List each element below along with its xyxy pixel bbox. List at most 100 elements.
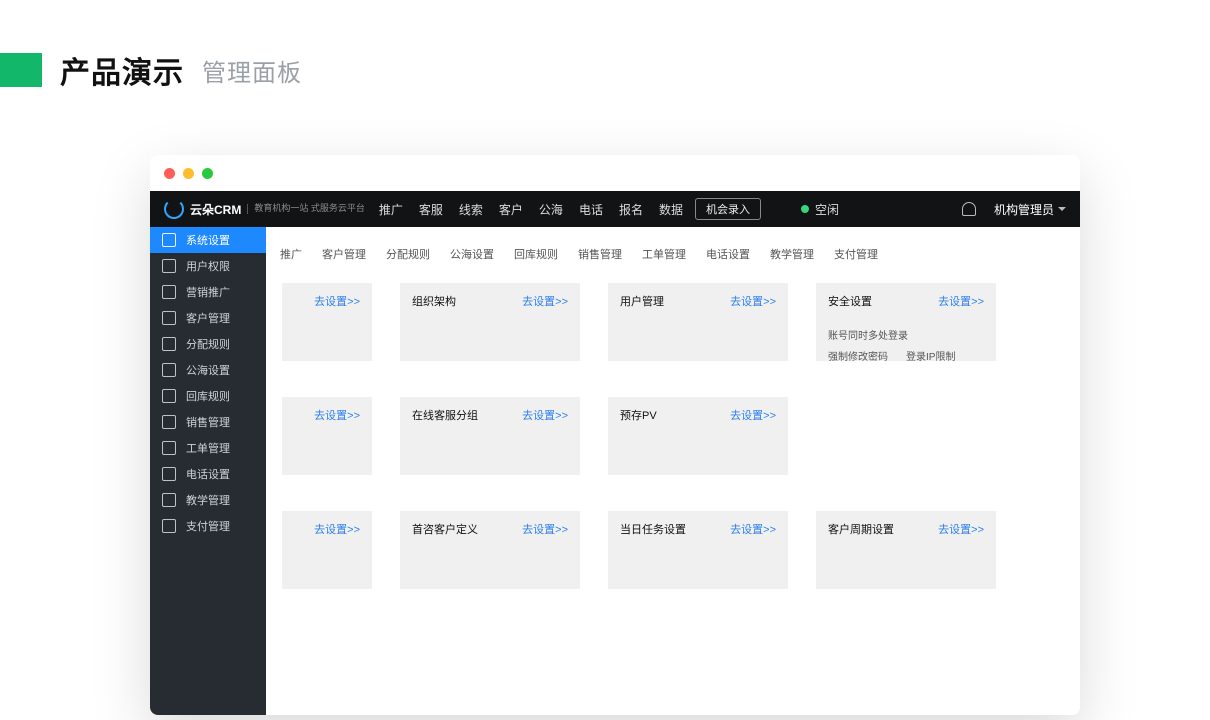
accent-bar (0, 53, 42, 87)
status-dot-icon (801, 205, 809, 213)
card-title: 预存PV (620, 410, 657, 422)
go-setting-link[interactable]: 去设置>> (314, 293, 360, 309)
sidebar-item-8[interactable]: 工单管理 (150, 435, 266, 461)
go-setting-link[interactable]: 去设置>> (938, 521, 984, 537)
sidebar-item-6[interactable]: 回库规则 (150, 383, 266, 409)
tab-4[interactable]: 回库规则 (504, 242, 568, 266)
card-icon (162, 519, 176, 533)
sidebar-item-4[interactable]: 分配规则 (150, 331, 266, 357)
sidebar-item-label: 回库规则 (186, 388, 230, 404)
user-icon (162, 311, 176, 325)
titlebar-dots (150, 155, 1080, 191)
card-0-3: 安全设置去设置>>账号同时多处登录强制修改密码登录IP限制 (816, 283, 996, 361)
sidebar-item-label: 分配规则 (186, 336, 230, 352)
nav-item-0[interactable]: 推广 (379, 201, 403, 218)
nav-item-5[interactable]: 电话 (579, 201, 603, 218)
sidebar-item-label: 电话设置 (186, 466, 230, 482)
tab-8[interactable]: 教学管理 (760, 242, 824, 266)
close-icon[interactable] (164, 168, 175, 179)
nav-item-2[interactable]: 线索 (459, 201, 483, 218)
card-1-2: 预存PV 去设置>> (608, 397, 788, 475)
go-setting-link[interactable]: 去设置>> (522, 293, 568, 309)
sidebar-item-label: 支付管理 (186, 518, 230, 534)
card-row-1: 去设置>> 在线客服分组 去设置>> 预存PV 去设置>> (282, 397, 1064, 475)
card-2-2: 当日任务设置 去设置>> (608, 511, 788, 589)
nav-item-4[interactable]: 公海 (539, 201, 563, 218)
sidebar-item-label: 销售管理 (186, 414, 230, 430)
sidebar-item-10[interactable]: 教学管理 (150, 487, 266, 513)
card-title: 当日任务设置 (620, 524, 686, 536)
sidebar-item-label: 工单管理 (186, 440, 230, 456)
sidebar-item-9[interactable]: 电话设置 (150, 461, 266, 487)
list-icon (162, 441, 176, 455)
settings-icon (162, 233, 176, 247)
tab-5[interactable]: 销售管理 (568, 242, 632, 266)
tag-icon (162, 493, 176, 507)
sidebar-item-7[interactable]: 销售管理 (150, 409, 266, 435)
card-title: 用户管理 (620, 296, 664, 308)
go-setting-link[interactable]: 去设置>> (314, 407, 360, 423)
record-button[interactable]: 机会录入 (695, 198, 761, 220)
sidebar-item-11[interactable]: 支付管理 (150, 513, 266, 539)
sidebar-item-0[interactable]: 系统设置 (150, 227, 266, 253)
app-window: 云朵CRM 教育机构一站 式服务云平台 推广客服线索客户公海电话报名数据 机会录… (150, 155, 1080, 715)
sidebar-item-3[interactable]: 客户管理 (150, 305, 266, 331)
card-title: 在线客服分组 (412, 410, 478, 422)
go-setting-link[interactable]: 去设置>> (730, 407, 776, 423)
bell-icon[interactable] (962, 202, 976, 216)
card-grid: 去设置>>组织架构去设置>>用户管理去设置>>安全设置去设置>>账号同时多处登录… (266, 271, 1080, 589)
tab-9[interactable]: 支付管理 (824, 242, 888, 266)
card-0-2: 用户管理 去设置>> (608, 283, 788, 361)
sidebar-item-5[interactable]: 公海设置 (150, 357, 266, 383)
card-1-1: 在线客服分组 去设置>> (400, 397, 580, 475)
sidebar-item-label: 系统设置 (186, 232, 230, 248)
go-setting-link[interactable]: 去设置>> (314, 521, 360, 537)
card-title: 安全设置 (828, 296, 872, 308)
tab-3[interactable]: 公海设置 (440, 242, 504, 266)
person-icon (162, 415, 176, 429)
box-icon (162, 363, 176, 377)
card-row-0: 去设置>>组织架构去设置>>用户管理去设置>>安全设置去设置>>账号同时多处登录… (282, 283, 1064, 361)
tab-6[interactable]: 工单管理 (632, 242, 696, 266)
nav-item-7[interactable]: 数据 (659, 201, 683, 218)
admin-label-text: 机构管理员 (994, 201, 1054, 218)
card-2-0: 去设置>> (282, 511, 372, 589)
triangle-icon (162, 389, 176, 403)
sidebar-item-label: 营销推广 (186, 284, 230, 300)
top-nav: 推广客服线索客户公海电话报名数据 (379, 201, 683, 218)
minimize-icon[interactable] (183, 168, 194, 179)
sidebar-item-label: 教学管理 (186, 492, 230, 508)
tab-7[interactable]: 电话设置 (696, 242, 760, 266)
topbar: 云朵CRM 教育机构一站 式服务云平台 推广客服线索客户公海电话报名数据 机会录… (150, 191, 1080, 227)
go-setting-link[interactable]: 去设置>> (522, 521, 568, 537)
nav-item-6[interactable]: 报名 (619, 201, 643, 218)
sidebar-item-label: 用户权限 (186, 258, 230, 274)
go-setting-link[interactable]: 去设置>> (522, 407, 568, 423)
tab-1[interactable]: 客户管理 (312, 242, 376, 266)
sidebar: 系统设置用户权限营销推广客户管理分配规则公海设置回库规则销售管理工单管理电话设置… (150, 227, 266, 715)
go-setting-link[interactable]: 去设置>> (938, 293, 984, 309)
card-title: 首咨客户定义 (412, 524, 478, 536)
sidebar-item-1[interactable]: 用户权限 (150, 253, 266, 279)
card-sub-0: 账号同时多处登录 (828, 327, 908, 342)
logo-subtitle: 教育机构一站 式服务云平台 (247, 204, 365, 214)
card-2-3: 客户周期设置去设置>> (816, 511, 996, 589)
phone-icon (162, 467, 176, 481)
page-title: 产品演示 (60, 48, 184, 92)
go-setting-link[interactable]: 去设置>> (730, 293, 776, 309)
bars-icon (162, 285, 176, 299)
maximize-icon[interactable] (202, 168, 213, 179)
tab-2[interactable]: 分配规则 (376, 242, 440, 266)
status-indicator: 空闲 (801, 201, 839, 218)
go-setting-link[interactable]: 去设置>> (730, 521, 776, 537)
admin-menu[interactable]: 机构管理员 (994, 201, 1066, 218)
sidebar-item-label: 公海设置 (186, 362, 230, 378)
page-header: 产品演示 管理面板 (0, 50, 302, 90)
tab-0[interactable]: 推广 (280, 242, 312, 266)
nav-item-3[interactable]: 客户 (499, 201, 523, 218)
nav-item-1[interactable]: 客服 (419, 201, 443, 218)
logo-text: 云朵CRM (190, 201, 241, 218)
logo: 云朵CRM 教育机构一站 式服务云平台 (164, 199, 365, 219)
sidebar-item-2[interactable]: 营销推广 (150, 279, 266, 305)
card-0-1: 组织架构去设置>> (400, 283, 580, 361)
